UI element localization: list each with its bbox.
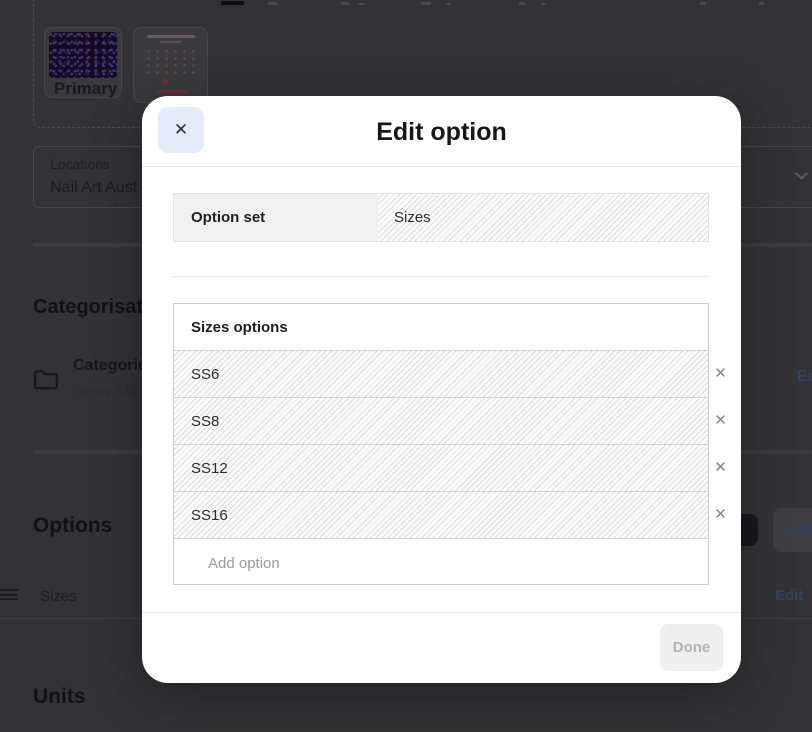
option-value: SS16 [191,506,228,524]
divider [142,166,741,167]
option-set-label: Option set [174,194,378,241]
close-icon: ✕ [714,365,727,382]
option-value: SS8 [191,412,220,430]
option-value: SS6 [191,365,220,383]
option-row: SS6 [174,351,708,398]
option-value: SS12 [191,459,228,477]
remove-option-button[interactable]: ✕ [712,412,729,429]
remove-option-button[interactable]: ✕ [712,506,729,523]
options-list-header: Sizes options [174,304,708,351]
remove-option-button[interactable]: ✕ [712,459,729,476]
option-row: SS12 [174,445,708,492]
close-icon: ✕ [714,459,727,476]
add-option-row [174,539,708,587]
remove-option-button[interactable]: ✕ [712,365,729,382]
modal-title: Edit option [376,118,507,146]
divider [142,612,741,613]
close-icon: ✕ [714,412,727,429]
add-option-input[interactable] [191,539,708,587]
option-set-field: Option set Sizes [173,193,709,242]
divider [173,276,709,277]
edit-option-modal: ✕ Edit option Option set Sizes Sizes opt… [142,96,741,683]
option-row: SS16 [174,492,708,539]
done-button[interactable]: Done [660,624,723,671]
option-row: SS8 [174,398,708,445]
option-set-value-disabled: Sizes [378,194,708,241]
options-list: Sizes options SS6 SS8 SS12 SS16 [173,303,709,587]
close-icon: ✕ [714,506,727,523]
